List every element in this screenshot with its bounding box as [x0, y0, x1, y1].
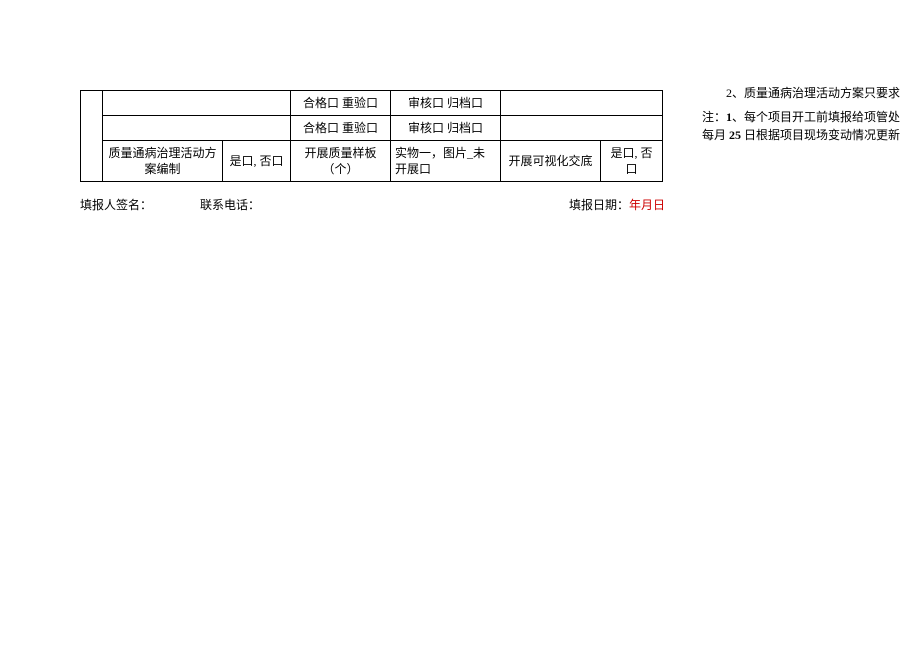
cell-r2c4: 审核口 归档口: [391, 116, 501, 141]
cell-leading: [81, 91, 103, 182]
cell-r1-merged: [103, 91, 291, 116]
cell-r3c2: 是口, 否口: [223, 141, 291, 182]
note1-text: 、每个项目开工前填报给项管处: [732, 110, 900, 124]
cell-r1c3: 合格口 重验口: [291, 91, 391, 116]
cell-r1-tail: [501, 91, 663, 116]
note2-text: 日根据项目现场变动情况更新: [744, 128, 900, 142]
notes-block: 注：1、每个项目开工前填报给项管处 每月 25 日根据项目现场变动情况更新: [702, 108, 900, 144]
cell-r1c4: 审核口 归档口: [391, 91, 501, 116]
footer-row: 填报人签名： 联系电话： 填报日期：年月日: [80, 196, 745, 213]
cell-r2-tail: [501, 116, 663, 141]
footer-signer-label: 填报人签名：: [80, 196, 200, 213]
footer-phone-label: 联系电话：: [200, 196, 420, 213]
cell-r2-merged: [103, 116, 291, 141]
note2-num: 25: [726, 128, 744, 142]
note1-prefix: 注：: [702, 110, 726, 124]
table-row: 合格口 重验口 审核口 归档口: [81, 116, 663, 141]
cell-r3c6: 是口, 否口: [601, 141, 663, 182]
cell-r3c3: 开展质量样板（个）: [291, 141, 391, 182]
main-table: 合格口 重验口 审核口 归档口 合格口 重验口 审核口 归档口 质量通病治理活动…: [80, 90, 663, 182]
footer-date-value: 年月日: [629, 198, 665, 212]
footer-date-label: 填报日期：: [569, 198, 629, 212]
cell-r3c4: 实物一，图片_未开展口: [391, 141, 501, 182]
note2-prefix: 每月: [702, 128, 726, 142]
cell-r3c1: 质量通病治理活动方案编制: [103, 141, 223, 182]
cell-r2c3: 合格口 重验口: [291, 116, 391, 141]
table-row: 质量通病治理活动方案编制 是口, 否口 开展质量样板（个） 实物一，图片_未开展…: [81, 141, 663, 182]
header-overlay-text: 2、质量通病治理活动方案只要求: [726, 86, 900, 100]
cell-r3c5: 开展可视化交底: [501, 141, 601, 182]
table-row: 合格口 重验口 审核口 归档口: [81, 91, 663, 116]
